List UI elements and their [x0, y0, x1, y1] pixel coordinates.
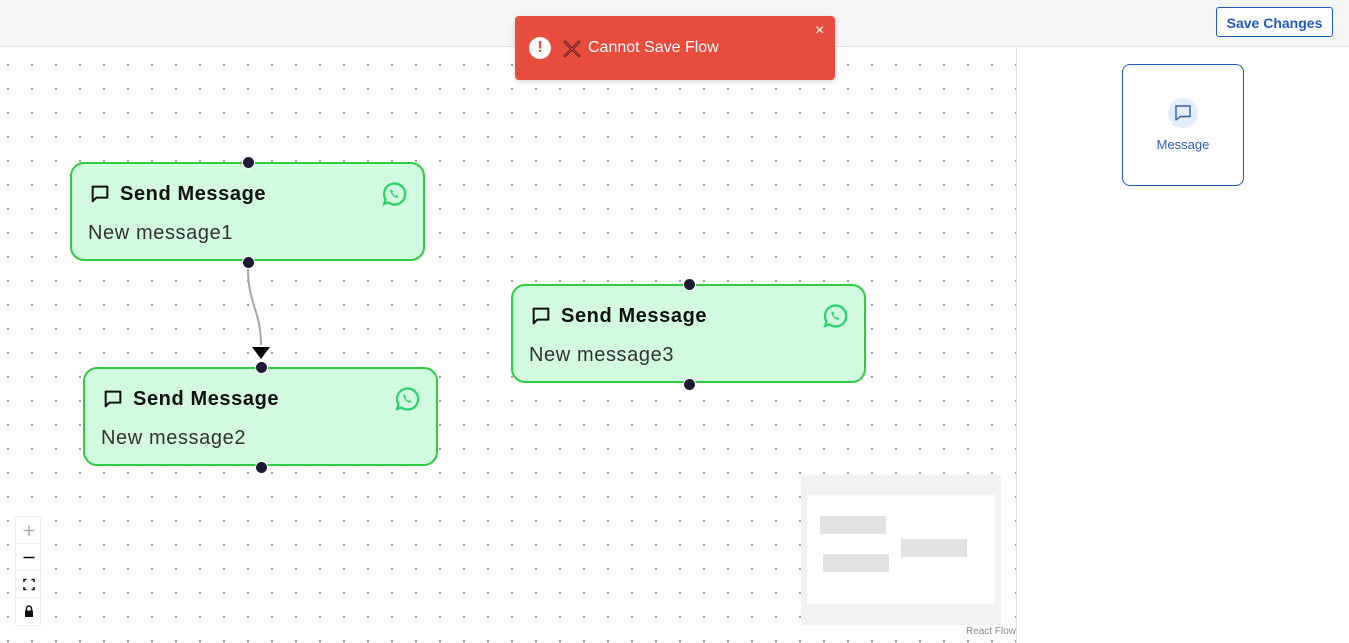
minimap-viewport [807, 495, 995, 604]
zoom-in-icon [23, 525, 35, 536]
send-message-node-1[interactable]: Send Message New message1 [70, 162, 425, 261]
node-title: Send Message [133, 388, 280, 410]
node-message-text: New message3 [529, 344, 675, 366]
node-3-source-handle[interactable] [683, 378, 696, 391]
minimap-node [823, 554, 889, 572]
message-square-icon [532, 307, 550, 325]
error-toast: ! Cannot Save Flow × [515, 16, 835, 80]
message-node-label: Message [1156, 137, 1210, 152]
nodes-panel: Message [1016, 48, 1349, 643]
alert-circle-icon: ! [529, 37, 551, 59]
minimap[interactable] [801, 475, 1001, 625]
minimap-node [901, 539, 967, 557]
message-node-button[interactable]: Message [1122, 64, 1244, 186]
message-square-icon [1168, 98, 1198, 128]
react-flow-attribution[interactable]: React Flow [966, 626, 1016, 637]
save-changes-button[interactable]: Save Changes [1216, 7, 1333, 37]
message-square-icon [104, 390, 122, 408]
node-2-source-handle[interactable] [255, 461, 268, 474]
minimap-node [820, 516, 886, 534]
x-mark-icon [563, 40, 581, 58]
node-2-target-handle[interactable] [255, 361, 268, 374]
fit-view-icon [23, 578, 35, 591]
node-message-text: New message1 [88, 222, 234, 244]
node-message-text: New message2 [101, 427, 247, 449]
node-title: Send Message [120, 183, 267, 205]
node-3-target-handle[interactable] [683, 278, 696, 291]
send-message-node-3[interactable]: Send Message New message3 [511, 284, 866, 383]
node-1-source-handle[interactable] [242, 256, 255, 269]
whatsapp-icon [382, 182, 407, 206]
lock-icon [25, 605, 33, 617]
whatsapp-icon [823, 304, 848, 328]
whatsapp-icon [395, 387, 420, 411]
node-title: Send Message [561, 305, 708, 327]
node-1-target-handle[interactable] [242, 156, 255, 169]
zoom-out-button[interactable] [16, 544, 42, 571]
close-toast-button[interactable]: × [815, 23, 824, 39]
message-square-icon [91, 185, 109, 203]
fit-view-button[interactable] [16, 571, 42, 598]
zoom-out-icon [23, 556, 35, 559]
send-message-node-2[interactable]: Send Message New message2 [83, 367, 438, 466]
toast-message: Cannot Save Flow [588, 39, 719, 56]
lock-button[interactable] [16, 598, 42, 625]
flow-controls [15, 516, 42, 626]
zoom-in-button[interactable] [16, 517, 42, 544]
